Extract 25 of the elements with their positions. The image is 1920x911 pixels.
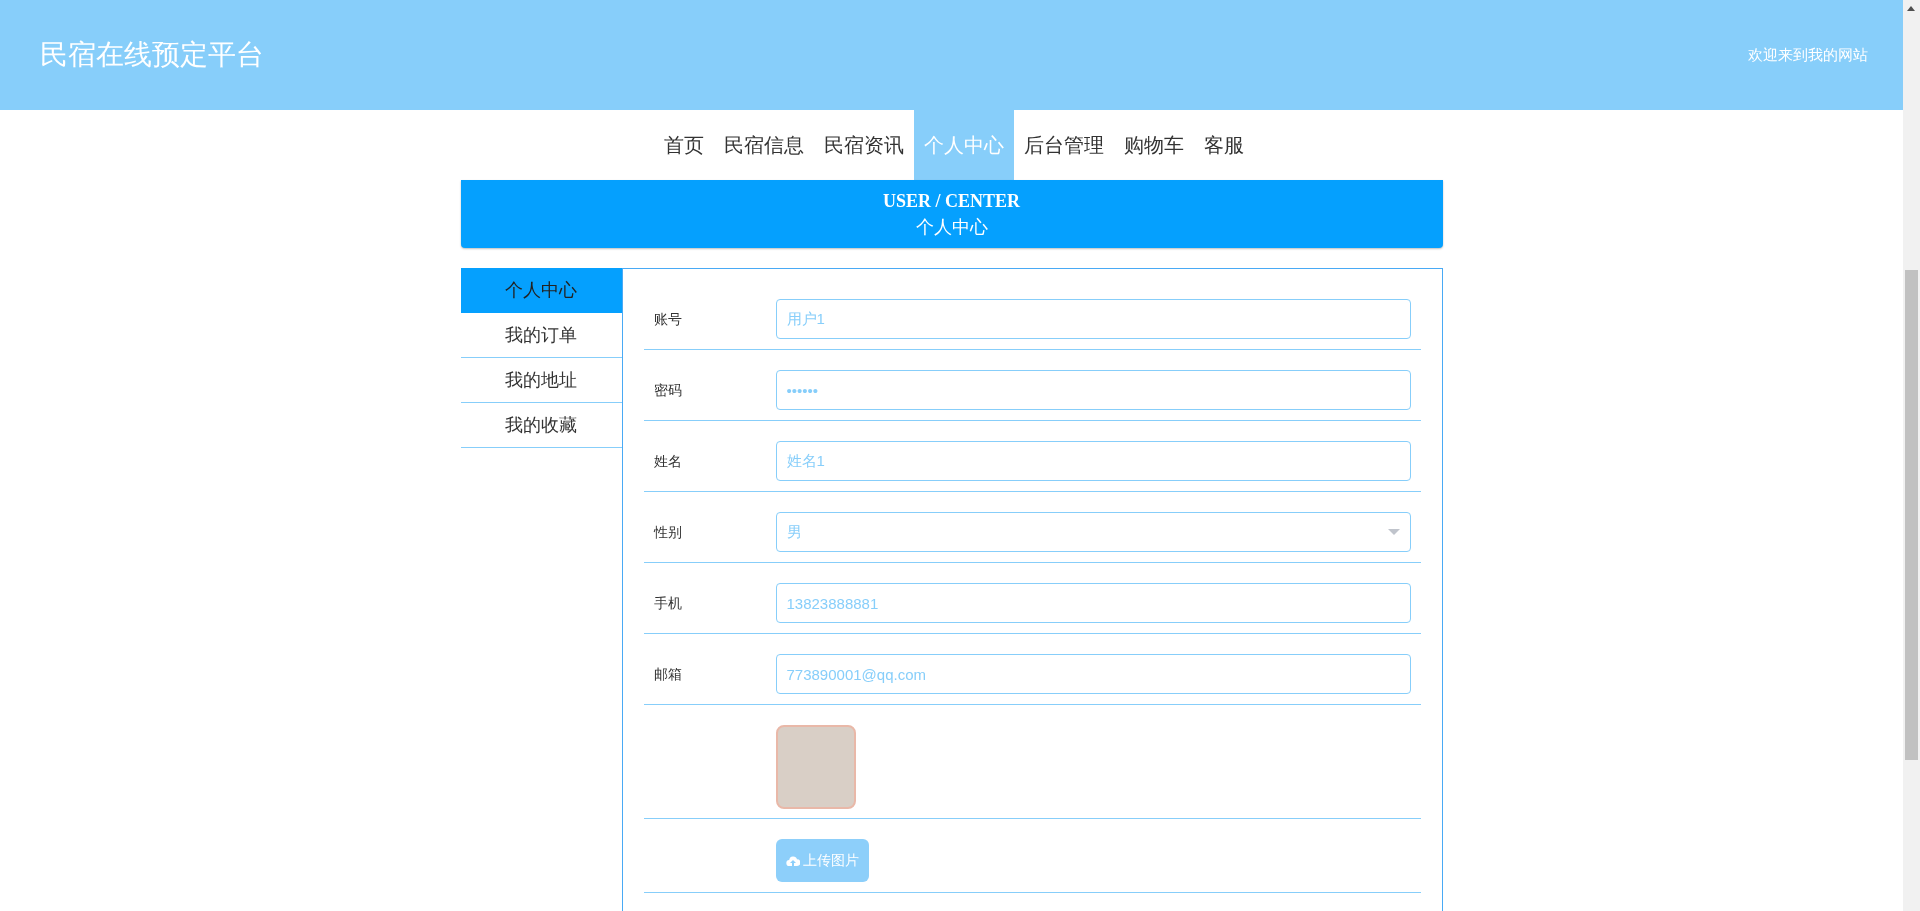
nav-tab[interactable]: 民宿资讯 (813, 110, 914, 180)
welcome-text: 欢迎来到我的网站 (1748, 45, 1868, 65)
sidebar-item[interactable]: 我的订单 (460, 313, 622, 358)
nav-tab[interactable]: 后台管理 (1013, 110, 1114, 180)
field-label: 性别 (653, 523, 683, 542)
nav-tab[interactable]: 购物车 (1113, 110, 1194, 180)
sidebar-item[interactable]: 我的收藏 (460, 403, 622, 448)
field-label: 邮箱 (653, 665, 683, 684)
sidebar-item[interactable]: 个人中心 (460, 268, 622, 313)
field-label: 账号 (653, 310, 683, 329)
nav-tab[interactable]: 客服 (1193, 110, 1254, 180)
scrollbar-thumb[interactable] (1905, 270, 1918, 760)
nav-tab[interactable]: 首页 (653, 110, 714, 180)
field-label: 手机 (653, 594, 683, 613)
sidebar-item[interactable]: 我的地址 (460, 358, 622, 403)
scrollbar[interactable] (1903, 0, 1920, 911)
field-label: 密码 (653, 381, 683, 400)
field-label: 姓名 (653, 452, 683, 471)
banner-subtitle: USER / CENTER (883, 190, 1020, 213)
site-title: 民宿在线预定平台 (40, 38, 264, 72)
caret-icon (1387, 529, 1400, 535)
scroll-up-icon[interactable] (1907, 6, 1915, 11)
nav-tab[interactable]: 民宿信息 (713, 110, 814, 180)
cloud-upload-icon (785, 854, 800, 867)
banner-title: 个人中心 (915, 216, 988, 239)
